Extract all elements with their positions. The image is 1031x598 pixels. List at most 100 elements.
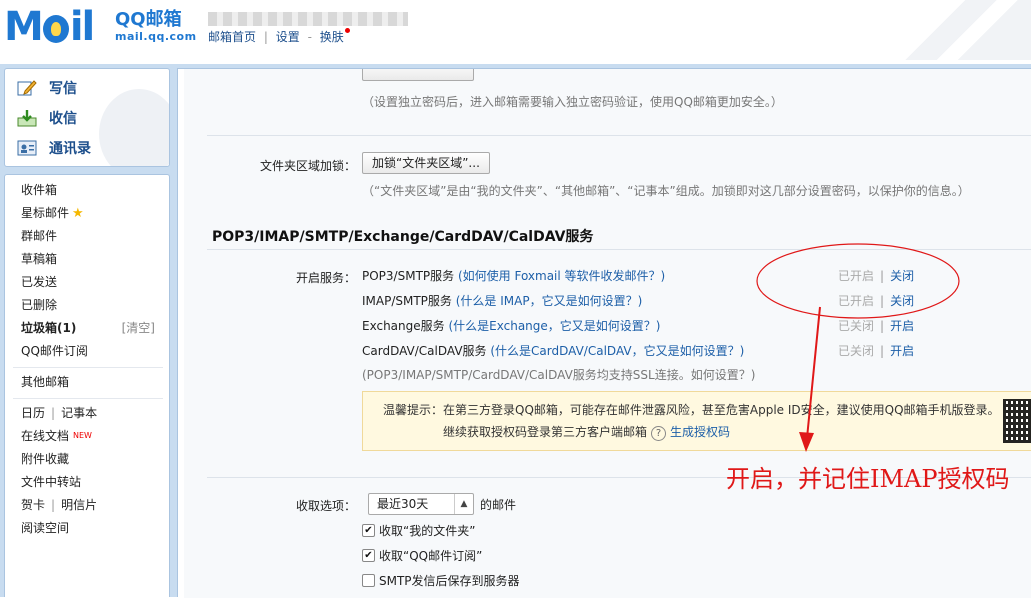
sidebar-item-notes[interactable]: 记事本 xyxy=(61,406,97,420)
service-help-link[interactable]: (什么是CardDAV/CalDAV，它又是如何设置？) xyxy=(490,344,744,358)
checkbox-my-folders[interactable]: ✔ 收取“我的文件夹” xyxy=(362,522,475,539)
new-dot-icon xyxy=(344,28,350,33)
open-service-label: 开启服务： xyxy=(295,271,356,285)
divider xyxy=(13,367,163,368)
star-icon: ★ xyxy=(72,206,84,221)
receive-suffix: 的邮件 xyxy=(480,498,517,512)
divider xyxy=(207,249,1031,250)
compose-label: 写信 xyxy=(49,81,77,97)
service-name: Exchange服务 xyxy=(362,319,445,333)
sidebar: 写信 收信 通讯录 收件箱 星标邮件 ★ 群邮件 草稿箱 已发送 已删除 垃圾箱(… xyxy=(4,68,170,597)
junk-label: 垃圾箱(1) xyxy=(21,321,77,335)
generate-auth-code-link[interactable]: 生成授权码 xyxy=(670,425,730,439)
folder-lock-hint: （“文件夹区域”是由“我的文件夹”、“其他邮箱”、“记事本”组成。加锁即对这几部… xyxy=(362,184,970,198)
sidebar-item-sent[interactable]: 已发送 xyxy=(21,272,57,292)
blurred-user-info xyxy=(208,12,408,26)
service-status-pop3: 已开启 | 关闭 xyxy=(838,267,914,284)
open-exchange-link[interactable]: 开启 xyxy=(890,319,914,333)
sidebar-item-starred[interactable]: 星标邮件 ★ xyxy=(21,203,84,223)
service-help-link[interactable]: (如何使用 Foxmail 等软件收发邮件？) xyxy=(458,269,665,283)
online-docs-label: 在线文档 xyxy=(21,429,70,443)
close-pop3-link[interactable]: 关闭 xyxy=(890,269,914,283)
logo-letter-m: M xyxy=(4,4,44,50)
new-badge: NEW xyxy=(73,431,92,440)
link-separator: - xyxy=(307,30,312,44)
qr-code-icon xyxy=(1003,399,1031,443)
security-warning-box: 温馨提示：在第三方登录QQ邮箱，可能存在邮件泄露风险，甚至危害Apple ID安… xyxy=(362,391,1031,451)
sidebar-item-file-transfer[interactable]: 文件中转站 xyxy=(21,472,81,492)
updown-arrow-icon: ▲ xyxy=(454,494,473,514)
header-decoration xyxy=(881,0,1031,60)
receive-button[interactable]: 收信 xyxy=(17,105,77,131)
status-separator: | xyxy=(880,294,885,308)
sidebar-item-cards[interactable]: 贺卡 xyxy=(21,498,45,512)
sidebar-item-subscriptions[interactable]: QQ邮件订阅 xyxy=(21,341,88,361)
service-row-exchange: Exchange服务 (什么是Exchange，它又是如何设置？) xyxy=(362,317,660,334)
checkbox-box[interactable]: ✔ xyxy=(362,549,375,562)
folder-lock-button[interactable]: 加锁“文件夹区域”... xyxy=(362,152,490,174)
sidebar-item-online-docs[interactable]: 在线文档 NEW xyxy=(21,426,92,446)
pencil-icon xyxy=(17,79,37,97)
checkbox-box[interactable]: ✔ xyxy=(362,524,375,537)
logo-text: QQ邮箱 mail.qq.com xyxy=(115,10,197,44)
logo-brand: QQ邮箱 xyxy=(115,9,182,30)
quick-actions: 写信 收信 通讯录 xyxy=(4,68,170,167)
logo-penguin-icon xyxy=(42,15,69,43)
clear-junk-link[interactable]: [清空] xyxy=(122,318,155,338)
independent-password-button[interactable] xyxy=(362,69,474,81)
checkbox-box[interactable] xyxy=(362,574,375,587)
status-text: 已开启 xyxy=(838,269,875,283)
settings-link[interactable]: 设置 xyxy=(276,30,300,44)
status-separator: | xyxy=(880,269,885,283)
status-separator: | xyxy=(880,319,885,333)
checkbox-subscriptions[interactable]: ✔ 收取“QQ邮件订阅” xyxy=(362,547,482,564)
service-status-imap: 已开启 | 关闭 xyxy=(838,292,914,309)
sidebar-row-calendar-notes: 日历 | 记事本 xyxy=(21,403,97,423)
logo-letters-il: il xyxy=(69,4,95,50)
ssl-hint-link[interactable]: (POP3/IMAP/SMTP/CardDAV/CalDAV服务均支持SSL连接… xyxy=(362,366,755,383)
checkbox-label: 收取“我的文件夹” xyxy=(379,524,476,538)
service-row-carddav: CardDAV/CalDAV服务 (什么是CardDAV/CalDAV，它又是如… xyxy=(362,342,744,359)
settings-content: （设置独立密码后，进入邮箱需要输入独立密码验证，使用QQ邮箱更加安全。） 文件夹… xyxy=(184,69,1031,598)
sidebar-item-postcards[interactable]: 明信片 xyxy=(61,498,97,512)
sidebar-item-inbox[interactable]: 收件箱 xyxy=(21,180,57,200)
contacts-button[interactable]: 通讯录 xyxy=(17,135,91,161)
close-imap-link[interactable]: 关闭 xyxy=(890,294,914,308)
warning-line-2: 继续获取授权码登录第三方客户端邮箱? 生成授权码 xyxy=(443,423,730,441)
select-value: 最近30天 xyxy=(377,497,429,511)
receive-label: 收信 xyxy=(49,111,77,127)
warning-text-2: 继续获取授权码登录第三方客户端邮箱 xyxy=(443,425,648,439)
open-carddav-link[interactable]: 开启 xyxy=(890,344,914,358)
link-separator: | xyxy=(263,30,268,44)
status-separator: | xyxy=(880,344,885,358)
top-links: 邮箱首页 | 设置 - 换肤 xyxy=(208,28,350,45)
checkbox-smtp-save[interactable]: SMTP发信后保存到服务器 xyxy=(362,572,520,589)
sidebar-item-group[interactable]: 群邮件 xyxy=(21,226,57,246)
penguin-watermark-icon xyxy=(99,89,169,166)
qq-mail-logo[interactable]: Mil xyxy=(4,4,95,50)
service-help-link[interactable]: (什么是 IMAP，它又是如何设置？) xyxy=(456,294,643,308)
service-row-pop3: POP3/SMTP服务 (如何使用 Foxmail 等软件收发邮件？) xyxy=(362,267,665,284)
sidebar-item-reading[interactable]: 阅读空间 xyxy=(21,518,69,538)
skin-link[interactable]: 换肤 xyxy=(320,30,344,44)
folder-list: 收件箱 星标邮件 ★ 群邮件 草稿箱 已发送 已删除 垃圾箱(1) [清空] QQ… xyxy=(4,174,170,597)
help-circle-icon[interactable]: ? xyxy=(651,426,667,441)
service-row-imap: IMAP/SMTP服务 (什么是 IMAP，它又是如何设置？) xyxy=(362,292,642,309)
sidebar-item-calendar[interactable]: 日历 xyxy=(21,406,45,420)
sidebar-item-junk[interactable]: 垃圾箱(1) [清空] xyxy=(21,318,161,338)
sidebar-item-attachments[interactable]: 附件收藏 xyxy=(21,449,69,469)
divider xyxy=(13,398,163,399)
receive-range-select[interactable]: 最近30天 ▲ xyxy=(368,493,474,515)
sidebar-item-deleted[interactable]: 已删除 xyxy=(21,295,57,315)
compose-button[interactable]: 写信 xyxy=(17,75,77,101)
pipe-separator: | xyxy=(51,406,56,420)
contacts-label: 通讯录 xyxy=(49,141,91,157)
checkbox-label: SMTP发信后保存到服务器 xyxy=(379,574,520,588)
contacts-card-icon xyxy=(17,139,37,157)
sidebar-item-drafts[interactable]: 草稿箱 xyxy=(21,249,57,269)
checkbox-label: 收取“QQ邮件订阅” xyxy=(379,549,483,563)
independent-password-hint: （设置独立密码后，进入邮箱需要输入独立密码验证，使用QQ邮箱更加安全。） xyxy=(362,95,783,109)
sidebar-item-other-mailboxes[interactable]: 其他邮箱 xyxy=(21,372,69,392)
service-help-link[interactable]: (什么是Exchange，它又是如何设置？) xyxy=(448,319,660,333)
mailbox-home-link[interactable]: 邮箱首页 xyxy=(208,30,256,44)
